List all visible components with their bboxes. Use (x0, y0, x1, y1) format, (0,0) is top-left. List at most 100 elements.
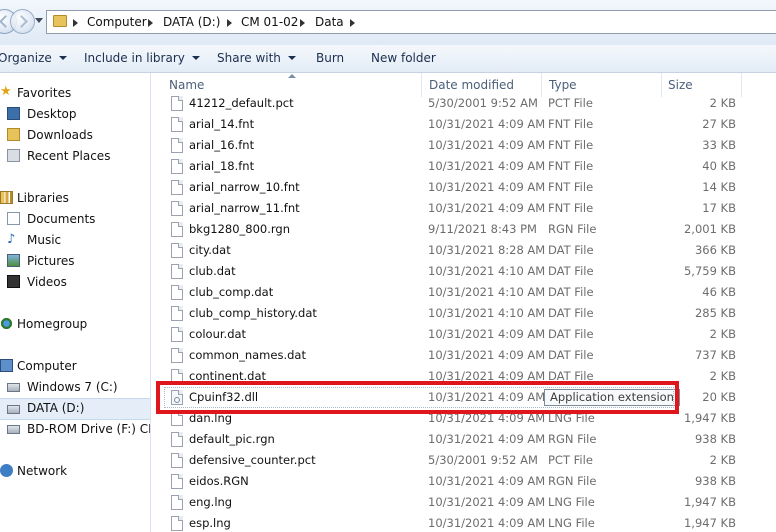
file-row[interactable]: bkg1280_800.rgn 9/11/2021 8:43 PM RGN File… (151, 219, 776, 240)
file-name[interactable]: eng.lng (189, 492, 232, 513)
file-name[interactable]: arial_narrow_11.fnt (189, 198, 300, 219)
nav-data-drive[interactable]: DATA (D:) (0, 398, 150, 420)
file-row[interactable]: arial_narrow_10.fnt 10/31/2021 4:09 AM FNT… (151, 177, 776, 198)
file-row[interactable]: colour.dat 10/31/2021 4:09 AM DAT File 2 KB (151, 324, 776, 345)
file-size: 40 KB (702, 159, 736, 173)
nav-computer-label: Computer (17, 359, 77, 373)
nav-bdrom-drive[interactable]: BD-ROM Drive (F:) CM0 (7, 419, 150, 439)
file-name[interactable]: colour.dat (189, 324, 246, 345)
network-icon (0, 464, 13, 477)
file-name[interactable]: club_comp_history.dat (189, 303, 317, 324)
file-type: RGN File (548, 222, 597, 236)
file-name[interactable]: arial_16.fnt (189, 135, 254, 156)
chevron-right-icon[interactable] (73, 19, 78, 27)
file-size: 737 KB (694, 348, 736, 362)
file-row[interactable]: eidos.RGN 10/31/2021 4:09 AM RGN File 938 K… (151, 471, 776, 492)
file-type: DAT File (548, 327, 594, 341)
file-icon (171, 243, 183, 258)
file-row[interactable]: esp.lng 10/31/2021 4:09 AM LNG File 1,947 K… (151, 513, 776, 532)
file-size: 2 KB (709, 327, 736, 341)
nav-windows7-drive[interactable]: Windows 7 (C:) (7, 377, 118, 397)
file-name[interactable]: city.dat (189, 240, 231, 261)
file-date-modified: 9/11/2021 8:43 PM (428, 222, 537, 236)
file-size: 2,001 KB (683, 222, 736, 236)
chevron-right-icon[interactable] (227, 19, 232, 27)
nav-network[interactable]: Network (0, 461, 67, 481)
nav-desktop-label: Desktop (27, 107, 77, 121)
file-row[interactable]: city.dat 10/31/2021 8:28 AM DAT File 366 KB (151, 240, 776, 261)
file-icon (171, 201, 183, 216)
file-row[interactable]: default_pic.rgn 10/31/2021 4:09 AM RGN Fil… (151, 429, 776, 450)
nav-downloads[interactable]: Downloads (7, 125, 93, 145)
include-in-library-button[interactable]: Include in library (84, 51, 200, 65)
file-row[interactable]: club_comp_history.dat 10/31/2021 4:10 AM D… (151, 303, 776, 324)
nav-recent-places-label: Recent Places (27, 149, 111, 163)
nav-documents-label: Documents (27, 212, 96, 226)
navigation-pane: ★ Favorites Desktop Downloads Recent Pla… (0, 73, 151, 532)
address-bar[interactable]: Computer DATA (D:) CM 01-02 Data (46, 10, 776, 34)
chevron-right-icon[interactable] (350, 19, 355, 27)
file-date-modified: 10/31/2021 4:09 AM (428, 180, 546, 194)
folder-icon (53, 15, 67, 27)
file-row[interactable]: defensive_counter.pct 5/30/2001 9:52 AM PC… (151, 450, 776, 471)
pictures-icon (7, 254, 20, 267)
nav-computer[interactable]: Computer (0, 356, 77, 376)
nav-favorites-label: Favorites (17, 86, 72, 100)
file-name[interactable]: 41212_default.pct (189, 93, 294, 114)
file-name[interactable]: esp.lng (189, 513, 231, 532)
breadcrumb-computer[interactable]: Computer (87, 15, 147, 29)
chevron-right-icon[interactable] (148, 19, 153, 27)
file-date-modified: 10/31/2021 4:10 AM (428, 264, 546, 278)
file-type: FNT File (548, 117, 594, 131)
burn-button[interactable]: Burn (316, 51, 344, 65)
file-row[interactable]: arial_14.fnt 10/31/2021 4:09 AM FNT File 27… (151, 114, 776, 135)
file-row[interactable]: arial_16.fnt 10/31/2021 4:09 AM FNT File 33… (151, 135, 776, 156)
dropdown-arrow-icon (191, 56, 200, 60)
nav-recent-places[interactable]: Recent Places (7, 146, 110, 166)
file-name[interactable]: arial_18.fnt (189, 156, 254, 177)
nav-pictures-label: Pictures (27, 254, 75, 268)
file-name[interactable]: club_comp.dat (189, 282, 273, 303)
file-name[interactable]: defensive_counter.pct (189, 450, 316, 471)
file-date-modified: 10/31/2021 4:09 AM (428, 159, 546, 173)
organize-button[interactable]: Organize (0, 51, 67, 65)
file-type: FNT File (548, 138, 594, 152)
file-size: 1,947 KB (683, 495, 736, 509)
nav-homegroup[interactable]: Homegroup (0, 314, 87, 334)
file-row[interactable]: arial_18.fnt 10/31/2021 4:09 AM FNT File 40… (151, 156, 776, 177)
file-row[interactable]: arial_narrow_11.fnt 10/31/2021 4:09 AM FNT… (151, 198, 776, 219)
nav-pictures[interactable]: Pictures (7, 251, 75, 271)
breadcrumb-data-folder[interactable]: Data (315, 15, 344, 29)
breadcrumb-data-drive[interactable]: DATA (D:) (163, 15, 220, 29)
breadcrumb-cm-folder[interactable]: CM 01-02 (241, 15, 298, 29)
file-row[interactable]: club.dat 10/31/2021 4:10 AM DAT File 5,759 … (151, 261, 776, 282)
share-with-button[interactable]: Share with (217, 51, 296, 65)
nav-documents[interactable]: Documents (7, 209, 95, 229)
file-name[interactable]: eidos.RGN (189, 471, 249, 492)
nav-libraries[interactable]: Libraries (0, 188, 69, 208)
file-icon (171, 222, 183, 237)
nav-favorites[interactable]: ★ Favorites (0, 83, 71, 103)
forward-button[interactable] (10, 9, 35, 34)
file-icon (171, 432, 183, 447)
nav-music[interactable]: ♪ Music (7, 230, 61, 250)
file-row[interactable]: common_names.dat 10/31/2021 4:09 AM DAT Fi… (151, 345, 776, 366)
file-row[interactable]: 41212_default.pct 5/30/2001 9:52 AM PCT Fi… (151, 93, 776, 114)
file-name[interactable]: club.dat (189, 261, 236, 282)
file-size: 5,759 KB (683, 264, 736, 278)
file-name[interactable]: default_pic.rgn (189, 429, 275, 450)
nav-videos[interactable]: Videos (7, 272, 67, 292)
file-list: Name Date modified Type Size 41212_defau… (151, 73, 776, 532)
file-name[interactable]: common_names.dat (189, 345, 306, 366)
file-name[interactable]: arial_14.fnt (189, 114, 254, 135)
file-row[interactable]: eng.lng 10/31/2021 4:09 AM LNG File 1,947 K… (151, 492, 776, 513)
new-folder-button[interactable]: New folder (371, 51, 436, 65)
computer-icon (0, 359, 13, 372)
file-name[interactable]: bkg1280_800.rgn (189, 219, 290, 240)
file-name[interactable]: arial_narrow_10.fnt (189, 177, 300, 198)
recent-pages-dropdown-icon[interactable] (35, 18, 43, 23)
file-size: 938 KB (694, 432, 736, 446)
file-row[interactable]: club_comp.dat 10/31/2021 4:10 AM DAT File 4… (151, 282, 776, 303)
nav-desktop[interactable]: Desktop (7, 104, 77, 124)
chevron-right-icon[interactable] (300, 19, 305, 27)
